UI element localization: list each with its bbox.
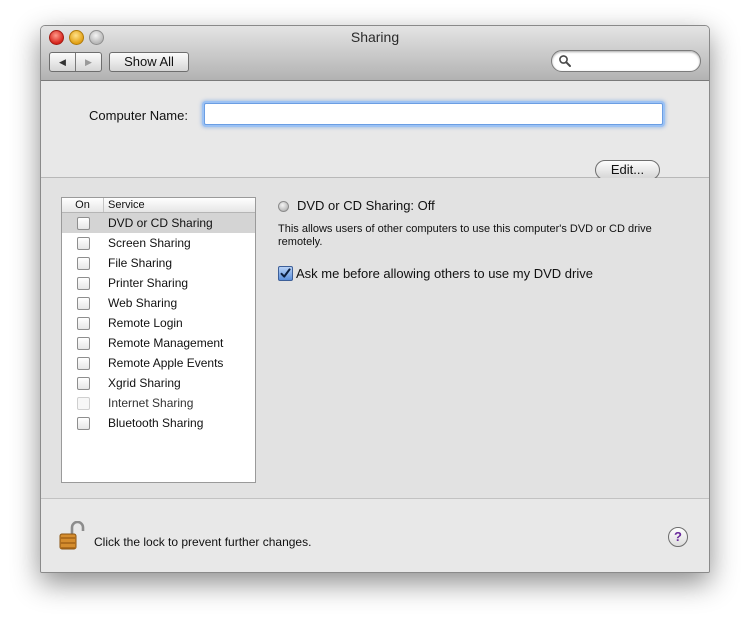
back-forward-control: ◀ ▶: [49, 52, 102, 72]
service-row[interactable]: Remote Login: [62, 313, 255, 333]
sharing-window: Sharing ◀ ▶ Show All Computer Name: Edit…: [40, 25, 710, 573]
service-checkbox[interactable]: [77, 297, 90, 310]
service-label: Screen Sharing: [108, 236, 191, 250]
service-label: Xgrid Sharing: [108, 376, 181, 390]
toolbar: Sharing ◀ ▶ Show All: [41, 26, 709, 81]
service-row[interactable]: Web Sharing: [62, 293, 255, 313]
help-button[interactable]: ?: [668, 527, 688, 547]
checkmark-icon: [280, 268, 291, 278]
edit-button[interactable]: Edit...: [595, 160, 660, 180]
search-icon: [559, 55, 571, 67]
unlocked-lock-icon[interactable]: [59, 521, 85, 552]
window-title: Sharing: [350, 29, 400, 45]
service-row[interactable]: Xgrid Sharing: [62, 373, 255, 393]
computer-name-input[interactable]: [204, 103, 663, 125]
column-header-on[interactable]: On: [62, 198, 104, 212]
service-label: DVD or CD Sharing: [108, 216, 213, 230]
service-row[interactable]: Screen Sharing: [62, 233, 255, 253]
service-label: Bluetooth Sharing: [108, 416, 204, 430]
show-all-button[interactable]: Show All: [109, 52, 189, 72]
service-description: This allows users of other computers to …: [278, 223, 652, 248]
sharing-main-pane: On Service DVD or CD Sharing Screen Shari…: [41, 178, 709, 499]
service-label: Remote Management: [108, 336, 224, 350]
service-checkbox[interactable]: [77, 217, 90, 230]
service-row[interactable]: Remote Apple Events: [62, 353, 255, 373]
service-row[interactable]: Remote Management: [62, 333, 255, 353]
services-table[interactable]: On Service DVD or CD Sharing Screen Shari…: [61, 197, 256, 483]
service-checkbox[interactable]: [77, 377, 90, 390]
status-indicator-icon: [278, 201, 289, 212]
service-checkbox[interactable]: [77, 277, 90, 290]
service-row[interactable]: Printer Sharing: [62, 273, 255, 293]
forward-arrow-icon: ▶: [85, 56, 92, 67]
services-table-header: On Service: [62, 198, 255, 213]
service-row[interactable]: File Sharing: [62, 253, 255, 273]
service-checkbox[interactable]: [77, 257, 90, 270]
service-label: Internet Sharing: [108, 396, 194, 410]
service-label: Remote Apple Events: [108, 356, 224, 370]
column-header-service[interactable]: Service: [108, 198, 145, 212]
search-input[interactable]: [574, 53, 692, 67]
service-label: File Sharing: [108, 256, 173, 270]
lock-instruction-text: Click the lock to prevent further change…: [94, 535, 312, 549]
service-row[interactable]: DVD or CD Sharing: [62, 213, 255, 233]
service-checkbox[interactable]: [77, 337, 90, 350]
back-arrow-icon: ◀: [59, 56, 66, 67]
bottom-bar: Click the lock to prevent further change…: [41, 499, 709, 572]
service-label: Printer Sharing: [108, 276, 189, 290]
service-checkbox[interactable]: [77, 317, 90, 330]
service-status-text: DVD or CD Sharing: Off: [297, 198, 435, 213]
service-row[interactable]: Internet Sharing: [62, 393, 255, 413]
search-field[interactable]: [551, 50, 701, 72]
computer-name-label: Computer Name:: [89, 108, 188, 123]
forward-button[interactable]: ▶: [76, 53, 101, 71]
service-checkbox[interactable]: [77, 417, 90, 430]
service-label: Remote Login: [108, 316, 183, 330]
ask-before-allowing-checkbox[interactable]: [278, 266, 293, 281]
service-checkbox: [77, 397, 90, 410]
service-label: Web Sharing: [108, 296, 178, 310]
computer-name-section: Computer Name: Edit...: [41, 81, 709, 180]
service-checkbox[interactable]: [77, 237, 90, 250]
ask-before-allowing-label[interactable]: Ask me before allowing others to use my …: [296, 266, 593, 281]
service-row[interactable]: Bluetooth Sharing: [62, 413, 255, 433]
service-checkbox[interactable]: [77, 357, 90, 370]
back-button[interactable]: ◀: [50, 53, 76, 71]
